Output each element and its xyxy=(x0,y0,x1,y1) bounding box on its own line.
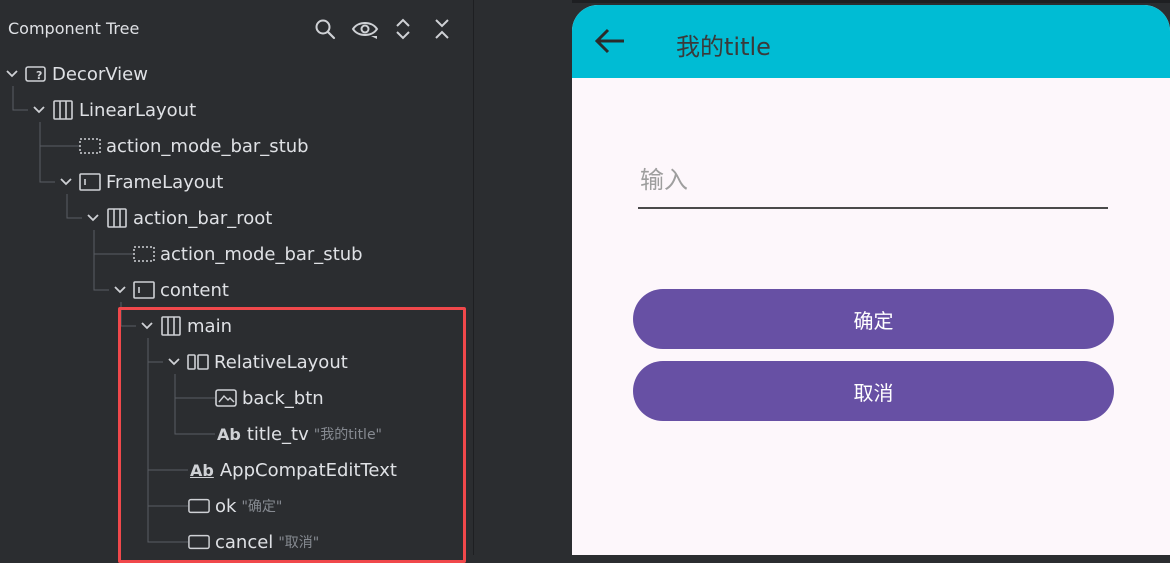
tree-node-content[interactable]: content xyxy=(113,277,229,303)
chevron-down-icon[interactable] xyxy=(5,67,19,81)
textview-icon: Ab xyxy=(217,424,241,444)
tree-node-cancel[interactable]: cancel "取消" xyxy=(188,529,319,555)
frame-layout-icon xyxy=(133,280,155,300)
tree-node-label: RelativeLayout xyxy=(214,351,348,373)
tree-node-decorview[interactable]: ? DecorView xyxy=(5,61,148,87)
app-title: 我的title xyxy=(676,33,771,61)
chevron-down-icon[interactable] xyxy=(59,175,73,189)
tree-node-action-mode-bar-stub[interactable]: action_mode_bar_stub xyxy=(79,133,309,159)
tree-node-ok[interactable]: ok "确定" xyxy=(188,493,282,519)
chevron-down-icon[interactable] xyxy=(140,319,154,333)
tree-node-text-value: "取消" xyxy=(278,535,320,551)
tree-node-label: content xyxy=(160,279,229,301)
chevron-down-icon[interactable] xyxy=(167,355,181,369)
tree-node-title-tv[interactable]: Ab title_tv "我的title" xyxy=(217,421,382,447)
tree-node-text-value: "确定" xyxy=(241,499,283,515)
tree-node-label: LinearLayout xyxy=(79,99,197,121)
linear-layout-icon xyxy=(106,208,128,228)
relative-layout-icon xyxy=(187,352,209,372)
tree-node-linearlayout[interactable]: LinearLayout xyxy=(32,97,196,123)
button-icon xyxy=(188,496,210,516)
chevron-down-icon[interactable] xyxy=(86,211,100,225)
tree-node-text-value: "我的title" xyxy=(313,427,382,443)
back-arrow-icon[interactable] xyxy=(594,27,626,55)
cancel-button[interactable]: 取消 xyxy=(633,361,1114,421)
tree-node-label: main xyxy=(187,315,232,337)
tree-node-framelayout[interactable]: FrameLayout xyxy=(59,169,223,195)
tree-node-label: ok xyxy=(215,495,237,517)
tree-node-label: cancel xyxy=(215,531,274,553)
linear-layout-icon xyxy=(160,316,182,336)
view-stub-icon xyxy=(133,244,155,264)
panel-divider xyxy=(474,0,572,555)
tree-node-label: AppCompatEditText xyxy=(219,459,397,481)
frame-layout-icon xyxy=(79,172,101,192)
tree-node-back-btn[interactable]: back_btn xyxy=(215,385,324,411)
device-preview: 我的title 确定 取消 xyxy=(572,5,1170,555)
tree-node-label: action_mode_bar_stub xyxy=(160,243,363,265)
component-tree-panel: Component Tree ? DecorView LinearLayout … xyxy=(0,0,474,563)
linear-layout-icon xyxy=(52,100,74,120)
button-icon xyxy=(188,532,210,552)
tree-node-main[interactable]: main xyxy=(140,313,232,339)
window-icon: ? xyxy=(25,64,47,84)
view-stub-icon xyxy=(79,136,101,156)
tree-node-relativelayout[interactable]: RelativeLayout xyxy=(167,349,348,375)
tree-node-appcompatedittext[interactable]: Ab AppCompatEditText xyxy=(190,457,397,483)
tree-node-label: action_bar_root xyxy=(133,207,273,229)
tree-node-label: FrameLayout xyxy=(106,171,224,193)
chevron-down-icon[interactable] xyxy=(113,283,127,297)
ok-button[interactable]: 确定 xyxy=(633,289,1114,349)
tree-node-label: back_btn xyxy=(242,387,324,409)
edittext-icon: Ab xyxy=(190,460,214,480)
image-icon xyxy=(215,388,237,408)
svg-text:?: ? xyxy=(36,69,42,82)
tree-node-label: title_tv xyxy=(246,423,309,445)
tree-node-label: action_mode_bar_stub xyxy=(106,135,309,157)
tree-node-action-mode-bar-stub[interactable]: action_mode_bar_stub xyxy=(133,241,363,267)
tree-node-label: DecorView xyxy=(52,63,148,85)
edit-text-input[interactable] xyxy=(638,153,1108,209)
app-bar: 我的title xyxy=(572,5,1170,78)
chevron-down-icon[interactable] xyxy=(32,103,46,117)
tree-node-action-bar-root[interactable]: action_bar_root xyxy=(86,205,272,231)
